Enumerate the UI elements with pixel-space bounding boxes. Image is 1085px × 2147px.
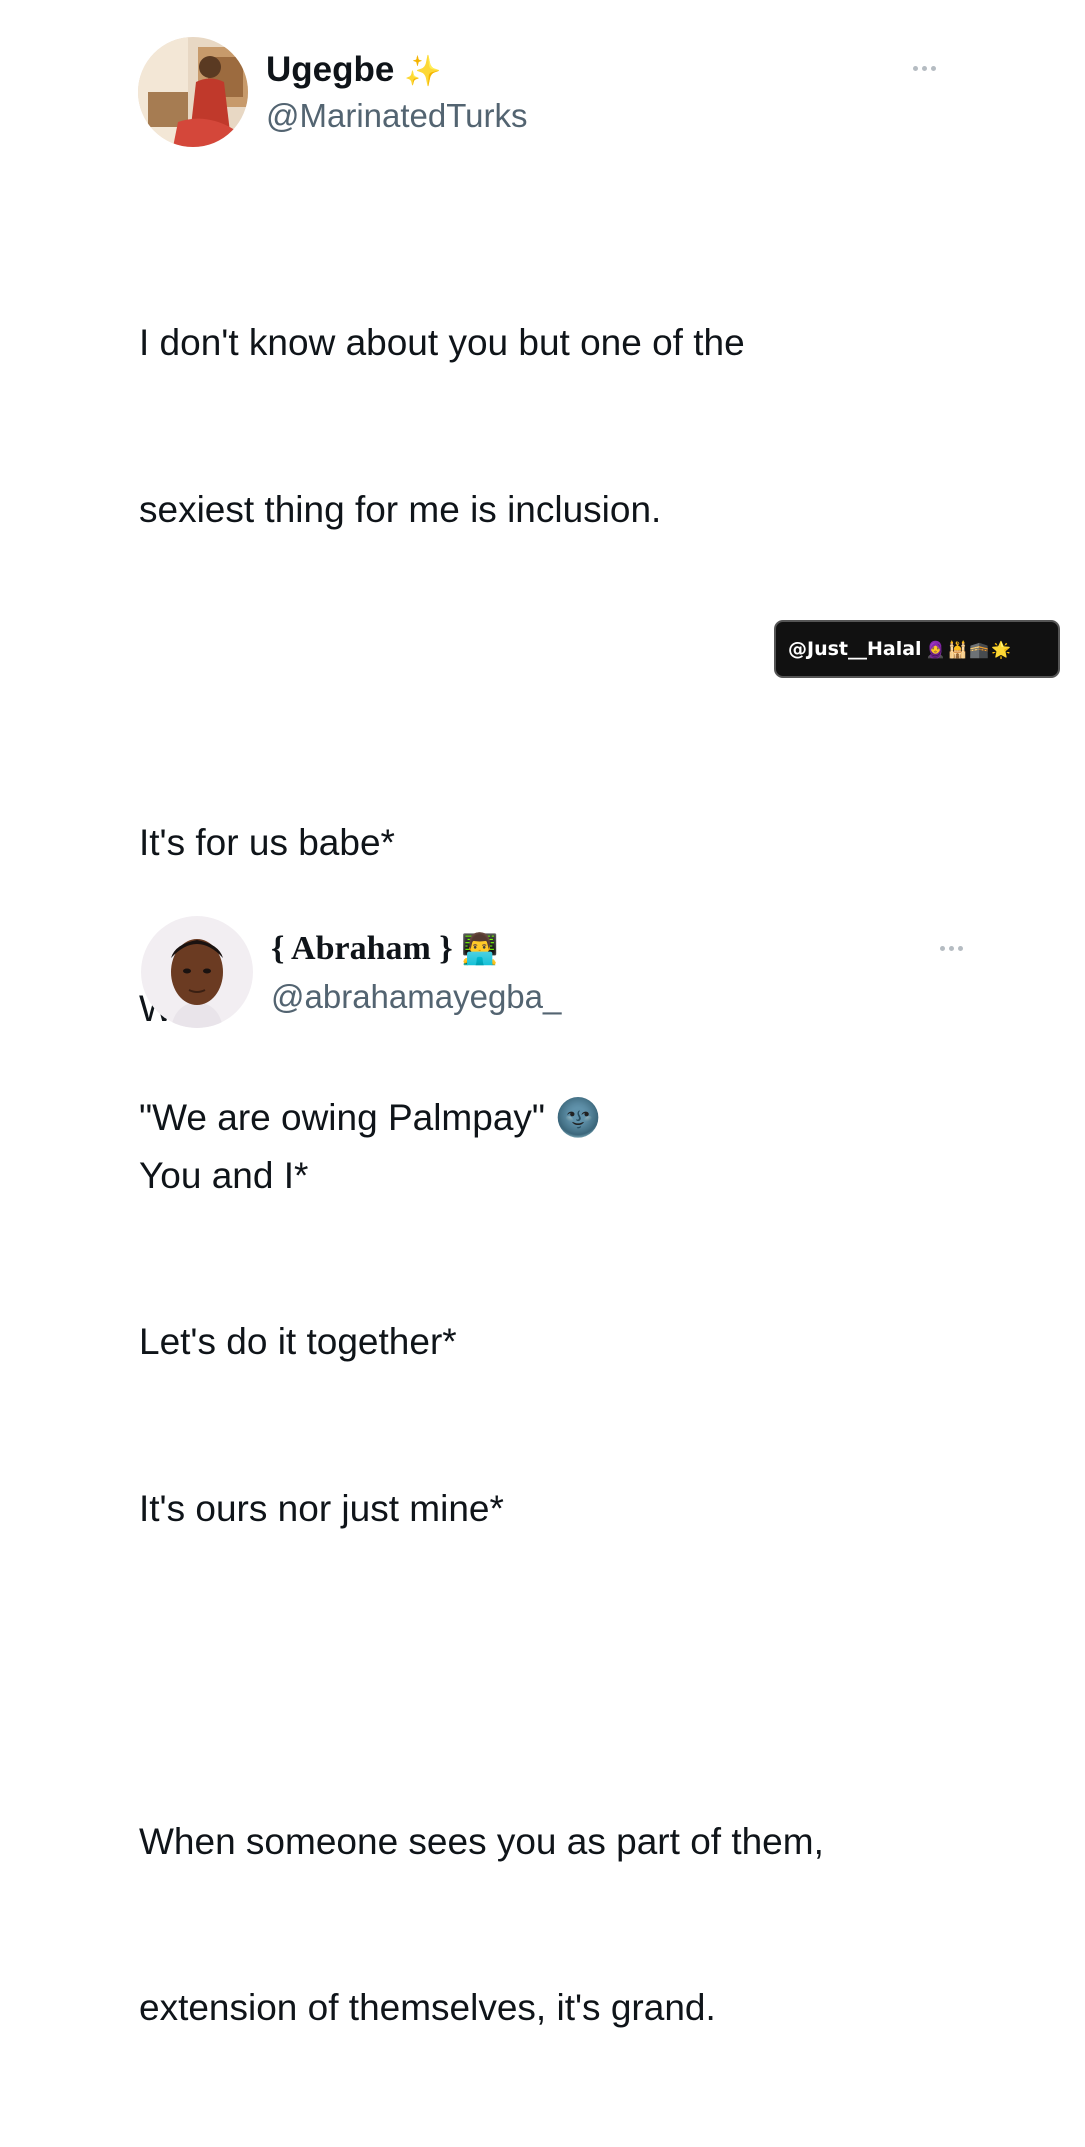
display-name[interactable]: { Abraham } 👨‍💻 — [271, 930, 499, 968]
tweet-line: It's for us babe* — [139, 821, 395, 863]
star-icon: 🌟 — [991, 639, 1012, 659]
kaaba-icon: 🕋 — [969, 639, 990, 659]
tweet-line — [139, 1647, 824, 1703]
tweet-line: sexiest thing for me is inclusion. — [139, 488, 662, 530]
tweet-line: You and I* — [139, 1154, 309, 1196]
display-name[interactable]: Ugegbe ✨ — [266, 50, 441, 90]
more-horizontal-icon[interactable] — [940, 946, 963, 951]
avatar[interactable] — [141, 916, 253, 1028]
tweet-line: It's ours nor just mine* — [139, 1487, 504, 1529]
avatar-photo — [138, 37, 248, 147]
watermark-text: @Just__Halal — [788, 638, 922, 660]
sparkles-icon: ✨ — [404, 55, 442, 88]
username[interactable]: @MarinatedTurks — [266, 97, 528, 135]
watermark-emojis: 🧕 🕌 🕋 🌟 — [926, 640, 1012, 659]
technologist-icon: 👨‍💻 — [461, 933, 499, 966]
mosque-icon: 🕌 — [947, 639, 968, 659]
hijab-woman-icon: 🧕 — [925, 639, 946, 659]
display-name-text: Ugegbe — [266, 50, 395, 89]
tweet-line: extension of themselves, it's grand. — [139, 1987, 716, 2028]
display-name-text: { Abraham } — [271, 930, 453, 967]
avatar-photo — [141, 916, 253, 1028]
tweet-body: I don't know about you but one of the se… — [139, 204, 824, 2147]
username[interactable]: @abrahamayegba_ — [271, 978, 561, 1016]
avatar[interactable] — [138, 37, 248, 147]
tweet-body: "We are owing Palmpay" 🌚 — [139, 1097, 602, 1138]
tweet-line: I don't know about you but one of the — [139, 322, 745, 363]
tweet-line — [139, 648, 824, 704]
watermark-badge: @Just__Halal 🧕 🕌 🕋 🌟 — [774, 620, 1060, 678]
tweet-line: When someone sees you as part of them, — [139, 1820, 824, 1862]
tweet-line: Let's do it together* — [139, 1321, 457, 1362]
more-horizontal-icon[interactable] — [913, 66, 936, 71]
